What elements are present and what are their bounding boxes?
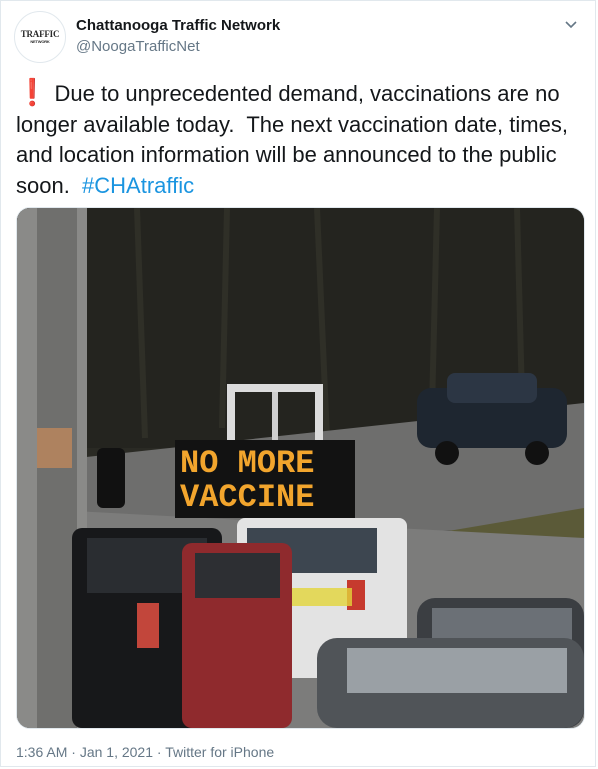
hashtag-link[interactable]: #CHAtraffic: [82, 173, 194, 198]
chevron-down-icon[interactable]: [561, 15, 581, 35]
sign-line-1: NO MORE: [180, 445, 314, 482]
tweet-date[interactable]: Jan 1, 2021: [67, 744, 153, 760]
tweet-photo[interactable]: NO MORE VACCINE: [16, 207, 585, 729]
tweet-text: ❗ Due to unprecedented demand, vaccinati…: [16, 77, 586, 201]
red-van: [182, 543, 292, 728]
message-sign: NO MORE VACCINE: [175, 440, 355, 518]
exclamation-icon: ❗: [16, 77, 49, 107]
avatar[interactable]: TRAFFIC NETWORK: [14, 11, 66, 63]
front-car: [317, 638, 584, 728]
user-handle[interactable]: @NoogaTrafficNet: [76, 38, 200, 55]
tweet-card: TRAFFIC NETWORK Chattanooga Traffic Netw…: [0, 0, 596, 767]
sign-line-2: VACCINE: [180, 479, 314, 516]
tweet-source[interactable]: Twitter for iPhone: [153, 744, 274, 760]
display-name[interactable]: Chattanooga Traffic Network: [76, 17, 280, 34]
tweet-metadata: 1:36 AMJan 1, 2021Twitter for iPhone: [16, 744, 274, 760]
avatar-logo: TRAFFIC NETWORK: [20, 29, 60, 45]
photo-scene: NO MORE VACCINE: [17, 208, 584, 728]
tweet-time[interactable]: 1:36 AM: [16, 744, 67, 760]
